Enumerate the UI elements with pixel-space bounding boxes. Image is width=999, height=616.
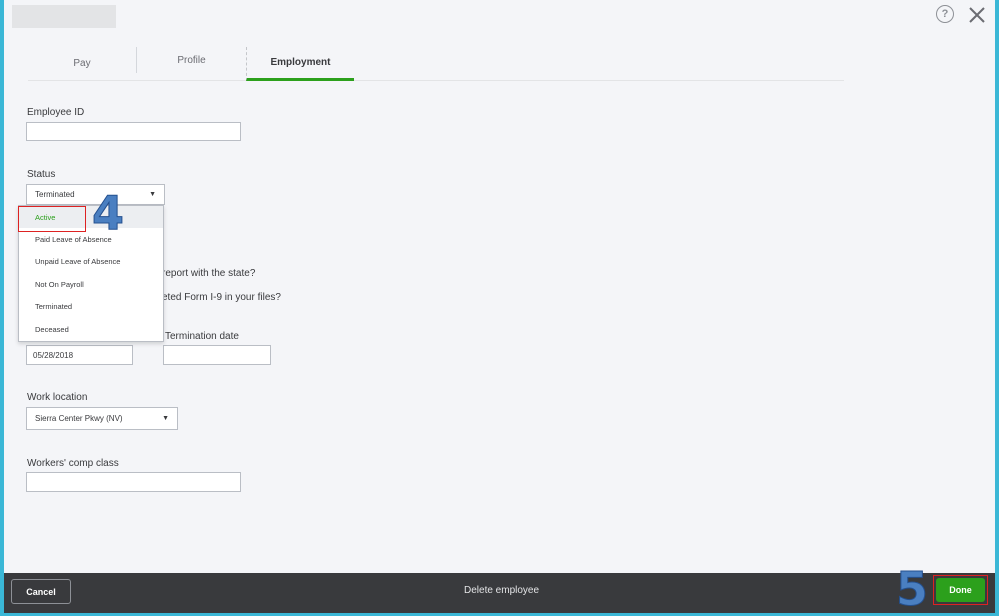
hire-date-input[interactable]: 05/28/2018	[26, 345, 133, 365]
done-button[interactable]: Done	[936, 578, 985, 602]
status-option-paid-leave[interactable]: Paid Leave of Absence	[19, 228, 163, 250]
work-location-label: Work location	[27, 392, 88, 403]
tab-bar: Pay Profile Employment	[28, 45, 844, 81]
status-selected-value: Terminated	[35, 190, 75, 199]
help-icon[interactable]: ?	[936, 5, 954, 23]
termination-date-label: Termination date	[165, 331, 239, 342]
status-option-unpaid-leave[interactable]: Unpaid Leave of Absence	[19, 251, 163, 273]
close-icon[interactable]	[966, 4, 988, 26]
step-5-annotation: 5	[895, 562, 929, 616]
employee-id-label: Employee ID	[27, 107, 85, 118]
chevron-down-icon: ▼	[162, 415, 169, 422]
employee-id-input[interactable]	[26, 122, 241, 141]
status-option-terminated[interactable]: Terminated	[19, 296, 163, 318]
status-dropdown-menu: Active Paid Leave of Absence Unpaid Leav…	[18, 205, 164, 342]
status-option-deceased[interactable]: Deceased	[19, 318, 163, 340]
work-location-select[interactable]: Sierra Center Pkwy (NV) ▼	[26, 407, 178, 430]
tab-employment[interactable]: Employment	[246, 47, 354, 81]
dialog-footer: Cancel Delete employee Done	[4, 573, 995, 613]
workers-comp-label: Workers' comp class	[27, 458, 119, 469]
form-i9-question: eted Form I-9 in your files?	[162, 292, 281, 303]
status-option-not-on-payroll[interactable]: Not On Payroll	[19, 273, 163, 295]
status-label: Status	[27, 169, 56, 180]
workers-comp-input[interactable]	[26, 472, 241, 492]
state-report-question: report with the state?	[162, 268, 256, 279]
tab-profile[interactable]: Profile	[136, 47, 246, 73]
delete-employee-link[interactable]: Delete employee	[464, 585, 539, 596]
cancel-button[interactable]: Cancel	[11, 579, 71, 604]
termination-date-input[interactable]	[163, 345, 271, 365]
tab-pay[interactable]: Pay	[28, 45, 136, 81]
step-4-annotation: 4	[91, 186, 125, 240]
work-location-selected-value: Sierra Center Pkwy (NV)	[35, 414, 123, 423]
chevron-down-icon: ▼	[149, 191, 156, 198]
status-option-active[interactable]: Active	[19, 206, 163, 229]
employee-dialog: ? Pay Profile Employment Employee ID Sta…	[4, 0, 995, 573]
dialog-title-placeholder	[12, 5, 116, 28]
